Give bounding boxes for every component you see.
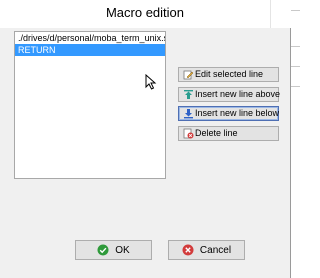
title-bar-close-area[interactable] [270,0,292,28]
insert-new-line-below-button[interactable]: Insert new line below [178,106,279,121]
macro-lines-list[interactable]: ./drives/d/personal/moba_term_unix.sh RE… [14,31,166,179]
pencil-icon [183,70,194,80]
edge-divider [291,66,300,67]
list-item-selected[interactable]: RETURN [15,44,165,56]
delete-line-label: Delete line [195,128,238,138]
window-title: Macro edition [105,5,185,20]
insert-new-line-above-button[interactable]: Insert new line above [178,87,281,102]
cancel-label: Cancel [199,244,232,256]
list-item[interactable]: ./drives/d/personal/moba_term_unix.sh [15,32,165,44]
insert-new-line-below-label: Insert new line below [195,108,280,118]
title-bar: Macro edition [0,0,290,28]
edge-divider [291,10,300,11]
background-window-edge [291,0,300,278]
ok-button[interactable]: OK [75,240,152,260]
insert-new-line-above-label: Insert new line above [195,89,281,99]
mouse-pointer-icon [145,74,157,90]
ok-label: OK [115,244,130,256]
arrow-down-icon [184,109,193,119]
edit-selected-line-label: Edit selected line [195,69,264,79]
x-circle-icon [182,244,194,256]
arrow-up-icon [184,90,193,99]
macro-edition-window: Macro edition ./drives/d/personal/moba_t… [0,0,292,278]
edit-selected-line-button[interactable]: Edit selected line [178,67,279,82]
edge-divider [291,46,300,47]
delete-icon [183,128,194,139]
delete-line-button[interactable]: Delete line [178,126,279,141]
cancel-button[interactable]: Cancel [168,240,245,260]
edge-divider [291,86,300,87]
checkmark-icon [97,244,109,256]
